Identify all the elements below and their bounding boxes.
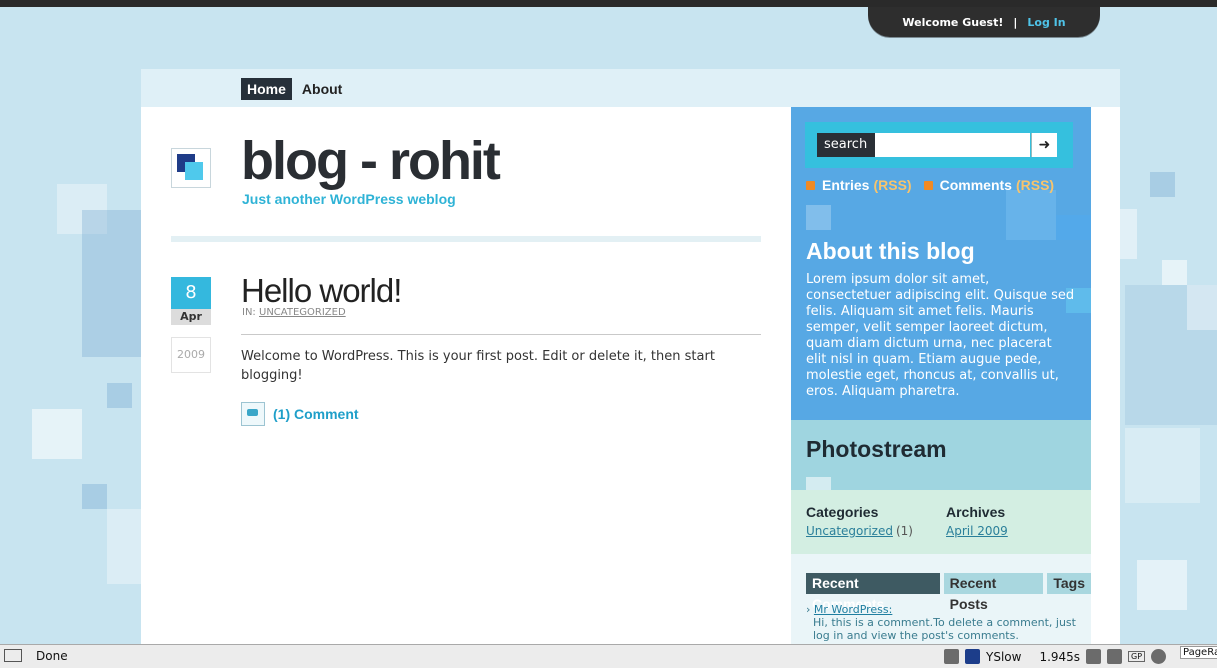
tool-icon[interactable] [1086, 649, 1102, 664]
category-link[interactable]: UNCATEGORIZED [259, 307, 346, 318]
search-input[interactable] [875, 133, 1030, 157]
background-square [1137, 560, 1187, 610]
status-addons: YSlow 1.945s GP [944, 648, 1167, 665]
browser-top-edge [0, 0, 1217, 7]
rss-entries-link[interactable]: Entries [822, 177, 869, 193]
search-label: search [817, 133, 881, 157]
post-divider [241, 334, 761, 335]
site-logo-icon[interactable] [171, 148, 211, 188]
user-bar: Welcome Guest! | Log In [868, 7, 1100, 37]
background-square [1125, 428, 1200, 503]
post-title[interactable]: Hello world! [241, 271, 402, 311]
categories-title: Categories [806, 504, 879, 520]
background-square [82, 210, 141, 357]
nav-bar: Home About [141, 69, 1120, 107]
date-year: 2009 [171, 337, 211, 373]
comment-text: Hi, this is a comment.To delete a commen… [813, 616, 1076, 642]
welcome-text: Welcome Guest! [902, 15, 1004, 29]
about-text: Lorem ipsum dolor sit amet, consectetuer… [806, 272, 1075, 399]
site-title[interactable]: blog - rohit [241, 131, 501, 191]
post-meta: IN: UNCATEGORIZED [242, 307, 346, 318]
yslow-label[interactable]: YSlow [986, 650, 1021, 664]
background-square [82, 484, 107, 509]
browser-status-bar: Done YSlow 1.945s GP PageRa [0, 644, 1217, 668]
rss-entries-suffix[interactable]: (RSS) [873, 177, 911, 193]
login-link[interactable]: Log In [1027, 16, 1065, 29]
background-square [1120, 209, 1137, 259]
main-nav: Home About [241, 78, 348, 100]
separator: | [1013, 15, 1018, 29]
date-month: Apr [171, 309, 211, 325]
tab-recent-posts[interactable]: Recent Posts [943, 573, 1044, 612]
nav-about[interactable]: About [296, 78, 348, 100]
background-square [1162, 260, 1187, 285]
background-square [1150, 172, 1175, 197]
tab-tags[interactable]: Tags [1047, 573, 1091, 594]
comments-count[interactable]: (1) Comment [273, 406, 359, 422]
archive-link[interactable]: April 2009 [946, 524, 1008, 538]
pagerank-widget[interactable]: PageRa [1180, 646, 1217, 659]
rss-icon [923, 180, 933, 190]
categories-block: Categories Uncategorized (1) [806, 504, 913, 539]
date-day: 8 [171, 277, 211, 309]
status-text: Done [36, 649, 68, 663]
rss-comments-suffix[interactable]: (RSS) [1016, 177, 1054, 193]
rss-links: Entries (RSS) Comments (RSS) [806, 177, 1054, 193]
comments-link[interactable]: (1) Comment [241, 402, 359, 426]
categories-archives-section: Categories Uncategorized (1) Archives Apr… [791, 490, 1091, 554]
tabs-section: Recent Comments Recent Posts Tags › Mr W… [791, 554, 1091, 644]
load-time: 1.945s [1039, 649, 1081, 664]
status-icon [4, 649, 22, 662]
post-body: Welcome to WordPress. This is your first… [241, 349, 715, 383]
background-square [806, 205, 831, 230]
rss-comments-link[interactable]: Comments [940, 177, 1012, 193]
background-square [107, 509, 141, 584]
meta-prefix: IN: [242, 307, 256, 318]
search-submit-button[interactable]: ➜ [1031, 133, 1057, 157]
firebug-icon[interactable] [944, 649, 959, 664]
archives-block: Archives April 2009 [946, 504, 1008, 539]
post-date: 8 Apr 2009 [171, 277, 211, 373]
tool-icon[interactable] [1151, 649, 1167, 664]
yslow-icon[interactable] [965, 649, 980, 664]
background-square [1056, 215, 1091, 240]
category-link[interactable]: Uncategorized [806, 524, 893, 538]
comment-author-link[interactable]: Mr WordPress: [814, 603, 892, 616]
background-square [806, 477, 831, 490]
category-count: (1) [895, 524, 913, 538]
header-divider [171, 236, 761, 242]
nav-home[interactable]: Home [241, 78, 292, 100]
background-square [1006, 190, 1056, 240]
sidebar: search ➜ Entries (RSS) Comments (RSS) Ab… [791, 107, 1091, 644]
archives-title: Archives [946, 504, 1006, 520]
background-square [1187, 285, 1217, 330]
about-title: About this blog [806, 238, 975, 264]
tool-icon[interactable] [1107, 649, 1123, 664]
site-tagline: Just another WordPress weblog [242, 191, 456, 207]
arrow-right-icon: ➜ [1038, 137, 1051, 153]
rss-icon [806, 180, 815, 190]
sidebar-tabs: Recent Comments Recent Posts Tags [806, 573, 1091, 612]
gp-icon[interactable]: GP [1128, 651, 1146, 662]
sidebar-top: search ➜ Entries (RSS) Comments (RSS) Ab… [791, 107, 1091, 420]
page-container: Home About blog - rohit Just another Wor… [141, 69, 1120, 644]
background-square [32, 409, 82, 459]
comment-icon[interactable] [241, 402, 265, 426]
search-box: search ➜ [805, 122, 1073, 168]
background-square [107, 383, 132, 408]
photostream-title: Photostream [806, 436, 947, 462]
recent-comment: › Mr WordPress: Hi, this is a comment.To… [806, 603, 1076, 642]
tab-recent-comments[interactable]: Recent Comments [806, 573, 940, 612]
photostream-section: Photostream [791, 420, 1091, 490]
